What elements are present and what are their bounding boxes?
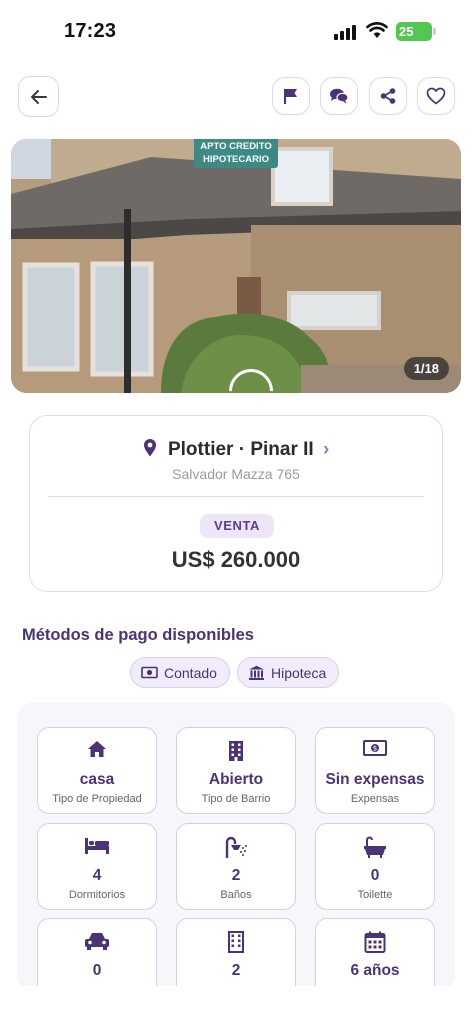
building-icon [229, 741, 243, 761]
location-card: Plottier · Pinar II › Salvador Mazza 765… [29, 415, 443, 592]
feature-value: Abierto [208, 771, 264, 788]
badge-line1: APTO CREDITO [200, 141, 272, 152]
battery-icon: 25 [396, 22, 436, 41]
map-pin-icon [143, 439, 156, 457]
payment-chip-cash: Contado [130, 657, 230, 688]
feature-tile: Abierto Tipo de Barrio [176, 727, 296, 814]
bed-icon [85, 838, 109, 854]
share-icon [380, 88, 396, 104]
feature-tile: 0 Toilette [315, 823, 435, 910]
location-title-row[interactable]: Plottier · Pinar II › [30, 438, 442, 461]
badge-line2: HIPOTECARIO [203, 154, 269, 165]
car-icon [85, 933, 109, 950]
chat-button[interactable] [320, 77, 358, 115]
feature-label: Toilette [357, 889, 393, 901]
location-title: Plottier · Pinar II [167, 439, 314, 460]
cellular-signal-icon [334, 24, 358, 40]
feature-value: 6 años [350, 962, 400, 979]
svg-text:$: $ [373, 745, 377, 753]
payment-chip-mortgage: Hipoteca [237, 657, 340, 688]
payment-methods-title: Métodos de pago disponibles [22, 626, 254, 644]
feature-label: Expensas [350, 793, 400, 805]
cash-icon [141, 666, 158, 679]
house-image [11, 139, 461, 393]
back-button[interactable] [18, 76, 59, 117]
report-button[interactable] [272, 77, 310, 115]
feature-tile: 4 Dormitorios [37, 823, 157, 910]
bathtub-icon [364, 836, 386, 858]
price: US$ 260.000 [171, 547, 301, 572]
features-panel: casa Tipo de Propiedad Abierto Tipo de B… [17, 702, 455, 992]
payment-chip-label: Contado [164, 664, 217, 681]
feature-tile: casa Tipo de Propiedad [37, 727, 157, 814]
house-icon [88, 741, 106, 757]
wifi-icon [366, 21, 388, 39]
feature-label: Baños [220, 889, 252, 901]
chat-icon [330, 88, 349, 104]
feature-value: 0 [370, 867, 380, 884]
feature-tile: 6 años [315, 918, 435, 992]
photo-counter: 1/18 [403, 357, 449, 380]
property-photo[interactable]: APTO CREDITO HIPOTECARIO 1/18 [11, 139, 461, 393]
favorite-button[interactable] [417, 77, 455, 115]
divider [48, 496, 424, 497]
feature-value: 4 [92, 867, 102, 884]
heart-icon [426, 87, 446, 105]
feature-value: Sin expensas [325, 771, 425, 788]
status-time: 17:23 [64, 20, 117, 42]
shower-icon [225, 836, 247, 858]
feature-tile: 2 Baños [176, 823, 296, 910]
feature-value: 2 [231, 867, 241, 884]
share-button[interactable] [369, 77, 407, 115]
bottom-area [0, 986, 472, 1024]
feature-label: Tipo de Barrio [201, 793, 271, 805]
feature-label: Dormitorios [68, 889, 126, 901]
feature-value: 0 [92, 962, 102, 979]
building-icon [228, 931, 244, 953]
arrow-left-icon [30, 89, 47, 104]
chevron-right-icon: › [322, 439, 330, 460]
payment-chip-label: Hipoteca [271, 664, 327, 681]
battery-level: 25 [399, 24, 414, 39]
status-bar: 17:23 25 [0, 0, 472, 62]
feature-tile: $ Sin expensas Expensas [315, 727, 435, 814]
feature-value: casa [79, 771, 115, 788]
cash-icon: $ [363, 740, 387, 756]
bank-icon [249, 665, 264, 680]
feature-tile: 2 [176, 918, 296, 992]
mortgage-badge: APTO CREDITO HIPOTECARIO [194, 139, 278, 168]
location-address: Salvador Mazza 765 [172, 466, 300, 482]
flag-icon [284, 89, 297, 104]
feature-tile: 0 [37, 918, 157, 992]
feature-label: Tipo de Propiedad [52, 793, 142, 805]
calendar-icon [364, 931, 386, 953]
feature-value: 2 [231, 962, 241, 979]
operation-badge: VENTA [200, 514, 274, 538]
